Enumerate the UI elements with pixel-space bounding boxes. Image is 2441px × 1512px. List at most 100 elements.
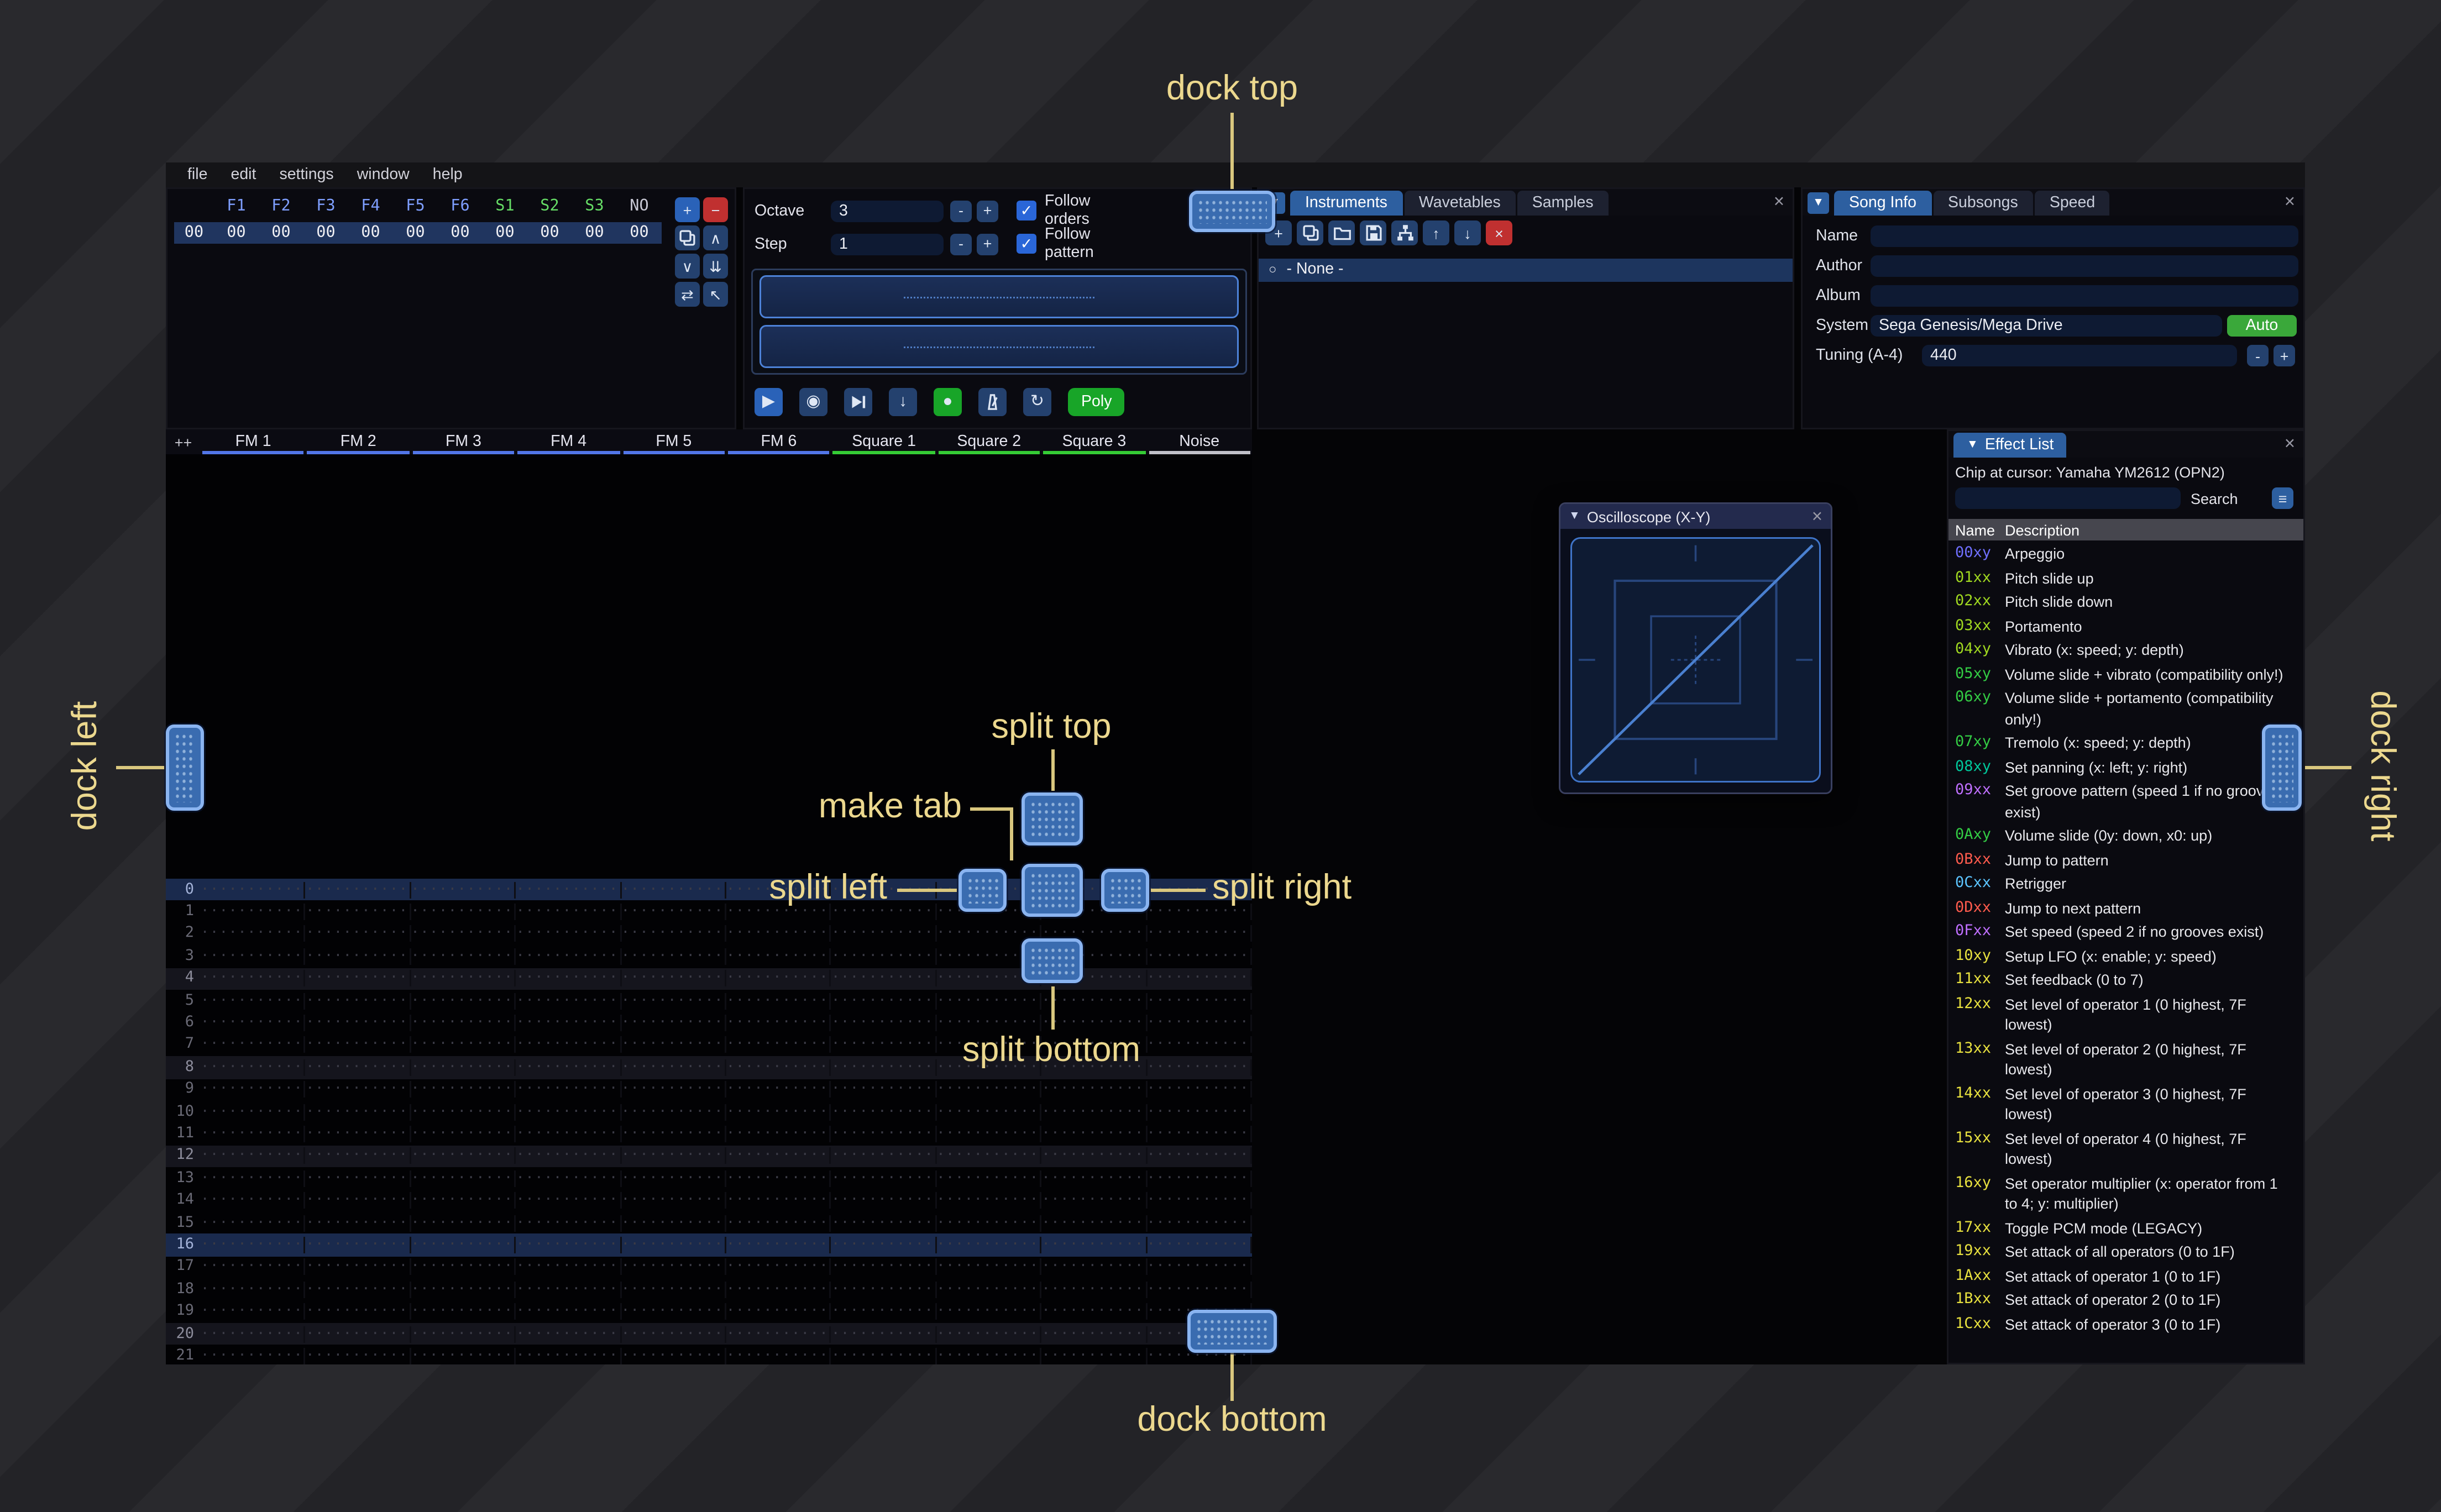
- pattern-cell[interactable]: ·············: [201, 1103, 306, 1120]
- pattern-cell[interactable]: ·············: [831, 1347, 937, 1364]
- pattern-row[interactable]: 16 ··········· ··········· ··········· ·····…: [166, 1233, 1252, 1256]
- auto-system-button[interactable]: Auto: [2227, 315, 2297, 337]
- pattern-cell[interactable]: ·············: [516, 1103, 621, 1120]
- close-icon[interactable]: ×: [2285, 434, 2295, 454]
- orders-cell[interactable]: 00: [259, 224, 303, 242]
- pattern-row[interactable]: 12 ··········· ··········· ··········· ·····…: [166, 1145, 1252, 1168]
- pattern-cell[interactable]: ·············: [201, 948, 306, 965]
- pattern-cell[interactable]: ·············: [831, 1015, 937, 1032]
- asset-tab-samples[interactable]: Samples: [1517, 191, 1609, 216]
- pattern-cell[interactable]: ·············: [306, 881, 411, 899]
- open-instrument-button[interactable]: [1328, 221, 1355, 245]
- orders-cell[interactable]: 00: [303, 224, 348, 242]
- pattern-cell[interactable]: ·············: [201, 1281, 306, 1298]
- pattern-cell[interactable]: ·············: [621, 1103, 726, 1120]
- effect-row[interactable]: 0Bxx Jump to pattern: [1948, 848, 2303, 873]
- pattern-row[interactable]: 14 ··········· ··········· ··········· ·····…: [166, 1189, 1252, 1211]
- pattern-cell[interactable]: ·············: [726, 1148, 832, 1165]
- pattern-row[interactable]: 2 ··········· ··········· ··········· ······…: [166, 923, 1252, 945]
- pattern-cell[interactable]: ·············: [621, 1059, 726, 1076]
- channel-header-fm-1[interactable]: FM 1: [201, 429, 306, 454]
- pattern-cell[interactable]: ·············: [516, 1015, 621, 1032]
- pattern-cell[interactable]: ·············: [831, 1148, 937, 1165]
- pattern-cell[interactable]: ·············: [411, 1236, 516, 1253]
- pattern-cell[interactable]: ·············: [201, 1059, 306, 1076]
- pattern-cell[interactable]: ·············: [726, 1303, 832, 1320]
- pattern-row[interactable]: 21 ··········· ··········· ··········· ·····…: [166, 1345, 1252, 1364]
- pattern-cell[interactable]: ·············: [201, 1303, 306, 1320]
- pattern-cell[interactable]: ·············: [411, 881, 516, 899]
- pattern-cell[interactable]: ·············: [621, 1170, 726, 1187]
- pattern-cell[interactable]: ·············: [621, 1125, 726, 1142]
- pattern-cell[interactable]: ·············: [1147, 926, 1252, 943]
- effect-row[interactable]: 17xx Toggle PCM mode (LEGACY): [1948, 1216, 2303, 1241]
- pattern-cell[interactable]: ·············: [516, 1303, 621, 1320]
- pattern-cell[interactable]: ·············: [516, 948, 621, 965]
- pattern-cell[interactable]: ·············: [726, 1059, 832, 1076]
- edit-toggle-button[interactable]: ●: [934, 388, 962, 416]
- pattern-cell[interactable]: ·············: [306, 1281, 411, 1298]
- pattern-cell[interactable]: ·············: [621, 1081, 726, 1098]
- pattern-cell[interactable]: ·············: [201, 1258, 306, 1275]
- duplicate-instrument-button[interactable]: [1297, 221, 1323, 245]
- pattern-row[interactable]: 17 ··········· ··········· ··········· ·····…: [166, 1256, 1252, 1278]
- pattern-cell[interactable]: ·············: [621, 1303, 726, 1320]
- pattern-cell[interactable]: ·············: [726, 1103, 832, 1120]
- pattern-cell[interactable]: ·············: [411, 948, 516, 965]
- pattern-cell[interactable]: ·············: [936, 1125, 1042, 1142]
- pattern-cell[interactable]: ·············: [621, 1258, 726, 1275]
- asset-tab-wavetables[interactable]: Wavetables: [1403, 191, 1516, 216]
- poly-toggle-button[interactable]: Poly: [1068, 388, 1125, 416]
- split-bottom-button[interactable]: [1022, 938, 1083, 983]
- pattern-cell[interactable]: ·············: [411, 970, 516, 987]
- pattern-cell[interactable]: ·············: [1147, 1148, 1252, 1165]
- effect-row[interactable]: 05xy Volume slide + vibrato (compatibili…: [1948, 663, 2303, 687]
- pattern-cell[interactable]: ·············: [516, 1281, 621, 1298]
- pattern-cell[interactable]: ·············: [306, 1125, 411, 1142]
- orders-channel-F5[interactable]: F5: [393, 197, 438, 216]
- orders-cell[interactable]: 00: [393, 224, 438, 242]
- pattern-row[interactable]: 20 ··········· ··········· ··········· ·····…: [166, 1322, 1252, 1345]
- pattern-cell[interactable]: ·············: [516, 881, 621, 899]
- pattern-cell[interactable]: ·············: [1041, 1214, 1147, 1231]
- pattern-cell[interactable]: ·············: [1147, 1214, 1252, 1231]
- pattern-cell[interactable]: ·············: [201, 1192, 306, 1209]
- pattern-cell[interactable]: ·············: [936, 1015, 1042, 1032]
- pattern-cell[interactable]: ·············: [516, 1236, 621, 1253]
- pattern-cell[interactable]: ·············: [1041, 1281, 1147, 1298]
- follow-pattern-checkbox[interactable]: ✓: [1017, 234, 1036, 254]
- pattern-cell[interactable]: ·············: [516, 1037, 621, 1054]
- pattern-cell[interactable]: ·············: [201, 970, 306, 987]
- pattern-cell[interactable]: ·············: [306, 1236, 411, 1253]
- octave-decrease-button[interactable]: -: [950, 200, 972, 222]
- play-from-cursor-button[interactable]: ◉: [799, 388, 827, 416]
- pattern-cell[interactable]: ·············: [621, 926, 726, 943]
- pattern-cell[interactable]: ·············: [201, 1214, 306, 1231]
- pattern-cell[interactable]: ·············: [201, 1170, 306, 1187]
- pattern-cell[interactable]: ·············: [936, 992, 1042, 1009]
- pattern-cell[interactable]: ·············: [1041, 1125, 1147, 1142]
- delete-instrument-button[interactable]: ×: [1486, 221, 1512, 245]
- pattern-row[interactable]: 13 ··········· ··········· ··········· ·····…: [166, 1167, 1252, 1189]
- dock-top-button[interactable]: [1189, 191, 1275, 232]
- pattern-cell[interactable]: ·············: [411, 926, 516, 943]
- pattern-cell[interactable]: ·············: [1147, 1170, 1252, 1187]
- play-from-start-button[interactable]: [844, 388, 872, 416]
- pattern-cell[interactable]: ·············: [831, 1258, 937, 1275]
- close-icon[interactable]: ×: [2285, 192, 2295, 212]
- orders-cell[interactable]: 00: [617, 224, 662, 242]
- pattern-cell[interactable]: ·············: [411, 1148, 516, 1165]
- effect-row[interactable]: 19xx Set attack of all operators (0 to 1…: [1948, 1240, 2303, 1264]
- instrument-list-item[interactable]: ○ - None -: [1259, 259, 1793, 281]
- save-instrument-button[interactable]: [1360, 221, 1386, 245]
- effect-row[interactable]: 02xx Pitch slide down: [1948, 590, 2303, 615]
- pattern-row[interactable]: 19 ··········· ··········· ··········· ·····…: [166, 1300, 1252, 1322]
- effect-row[interactable]: 09xx Set groove pattern (speed 1 if no g…: [1948, 779, 2303, 824]
- pattern-cell[interactable]: ·············: [411, 1170, 516, 1187]
- pattern-cell[interactable]: ·············: [726, 1236, 832, 1253]
- effect-row[interactable]: 11xx Set feedback (0 to 7): [1948, 968, 2303, 993]
- pattern-cell[interactable]: ·············: [306, 948, 411, 965]
- pattern-cell[interactable]: ·············: [201, 992, 306, 1009]
- pattern-cell[interactable]: ·············: [1147, 1236, 1252, 1253]
- pattern-cell[interactable]: ·············: [306, 1347, 411, 1364]
